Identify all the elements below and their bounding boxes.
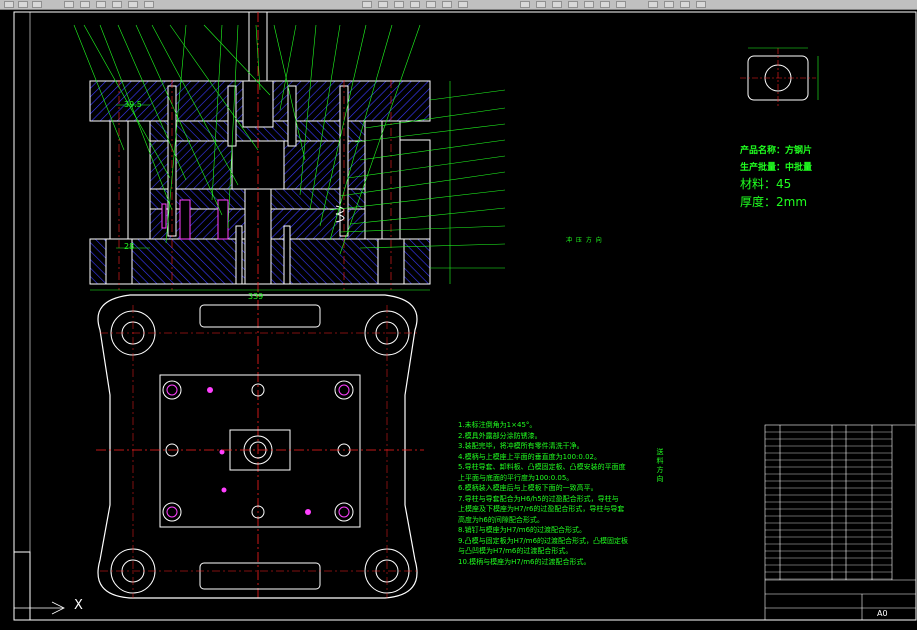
toolbar-button[interactable] <box>442 1 452 8</box>
title-block-rows <box>765 431 892 580</box>
tech-requirement-line: 6.模柄装入模座后与上模板下面的一致高平。 <box>458 484 598 492</box>
tech-requirement-line: 3.装配完毕，将冲模所有零件清洗干净。 <box>458 442 584 450</box>
dimension-left-top-label: 39.5 <box>124 100 142 109</box>
part-sketch <box>740 47 819 106</box>
toolbar-button[interactable] <box>616 1 626 8</box>
toolbar-button[interactable] <box>648 1 658 8</box>
tech-requirement-line: 与凸凹模为H7/m6的过渡配合形式。 <box>458 547 573 555</box>
toolbar-button[interactable] <box>128 1 138 8</box>
toolbar-button[interactable] <box>18 1 28 8</box>
tech-requirement-line: 10.模柄与模座为H7/m6的过渡配合形式。 <box>458 557 591 566</box>
left-margin-block <box>13 551 31 621</box>
product-material: 材料：45 <box>740 177 792 191</box>
toolbar-button[interactable] <box>144 1 154 8</box>
product-volume: 生产批量：中批量 <box>740 163 813 173</box>
toolbar-button[interactable] <box>426 1 436 8</box>
tech-requirement-line: 4.模柄与上模座上平面的垂直度为100:0.02。 <box>458 452 601 461</box>
toolbar-button[interactable] <box>32 1 42 8</box>
tech-requirement-line: 5.导柱导套、卸料板、凸模固定板、凸模安装的平面度 <box>458 463 626 471</box>
feed-direction-label: 送料方向 <box>656 448 664 484</box>
dimension-left-bottom-label: 28 <box>124 242 135 251</box>
toolbar-button[interactable] <box>568 1 578 8</box>
toolbar-button[interactable] <box>362 1 372 8</box>
tech-requirement-line: 9.凸模与固定板为H7/m6的过渡配合形式，凸模固定板 <box>458 536 629 545</box>
toolbar-button[interactable] <box>394 1 404 8</box>
toolbar-button[interactable] <box>552 1 562 8</box>
toolbar-button[interactable] <box>520 1 530 8</box>
tech-requirement-line: 2.模具外露部分涂防锈漆。 <box>458 431 542 440</box>
axis-x-label: X <box>74 598 83 613</box>
toolbar-button[interactable] <box>680 1 690 8</box>
ucs-arrow-icon <box>14 601 65 615</box>
tech-requirement-line: 1.未标注倒角为1×45°。 <box>458 421 537 429</box>
toolbar-button[interactable] <box>696 1 706 8</box>
toolbar-button[interactable] <box>96 1 106 8</box>
toolbar-button[interactable] <box>80 1 90 8</box>
tech-requirement-line: 上模座及下模座为H7/r6的过盈配合形式，导柱与导套 <box>458 505 625 513</box>
toolbar-button[interactable] <box>664 1 674 8</box>
product-name: 产品名称：方钢片 <box>740 146 813 156</box>
toolbar-button[interactable] <box>536 1 546 8</box>
toolbar-button[interactable] <box>584 1 594 8</box>
stamping-direction-label: 冲 压 方 向 <box>566 237 603 244</box>
title-block <box>764 424 917 621</box>
tech-requirement-line: 高度为h6的间隙配合形式。 <box>458 515 544 524</box>
tech-requirement-line: 8.销钉与模座为H7/m6的过渡配合形式。 <box>458 526 587 534</box>
toolbar-button[interactable] <box>600 1 610 8</box>
tech-requirement-line: 上平面与底面的平行度为100:0.05。 <box>458 473 574 482</box>
toolbar-button[interactable] <box>112 1 122 8</box>
toolbar-button[interactable] <box>4 1 14 8</box>
product-thickness: 厚度：2mm <box>740 195 808 209</box>
dimension-width-label: 339 <box>248 292 264 301</box>
toolbar-button[interactable] <box>64 1 74 8</box>
toolbar-button[interactable] <box>378 1 388 8</box>
sheet-size-label: A0 <box>877 609 888 618</box>
toolbar-button[interactable] <box>410 1 420 8</box>
lower-die-plan-view <box>96 294 424 599</box>
toolbar-button[interactable] <box>458 1 468 8</box>
tech-requirement-line: 7.导柱与导套配合为H6/h5的过盈配合形式，导柱与 <box>458 494 619 503</box>
